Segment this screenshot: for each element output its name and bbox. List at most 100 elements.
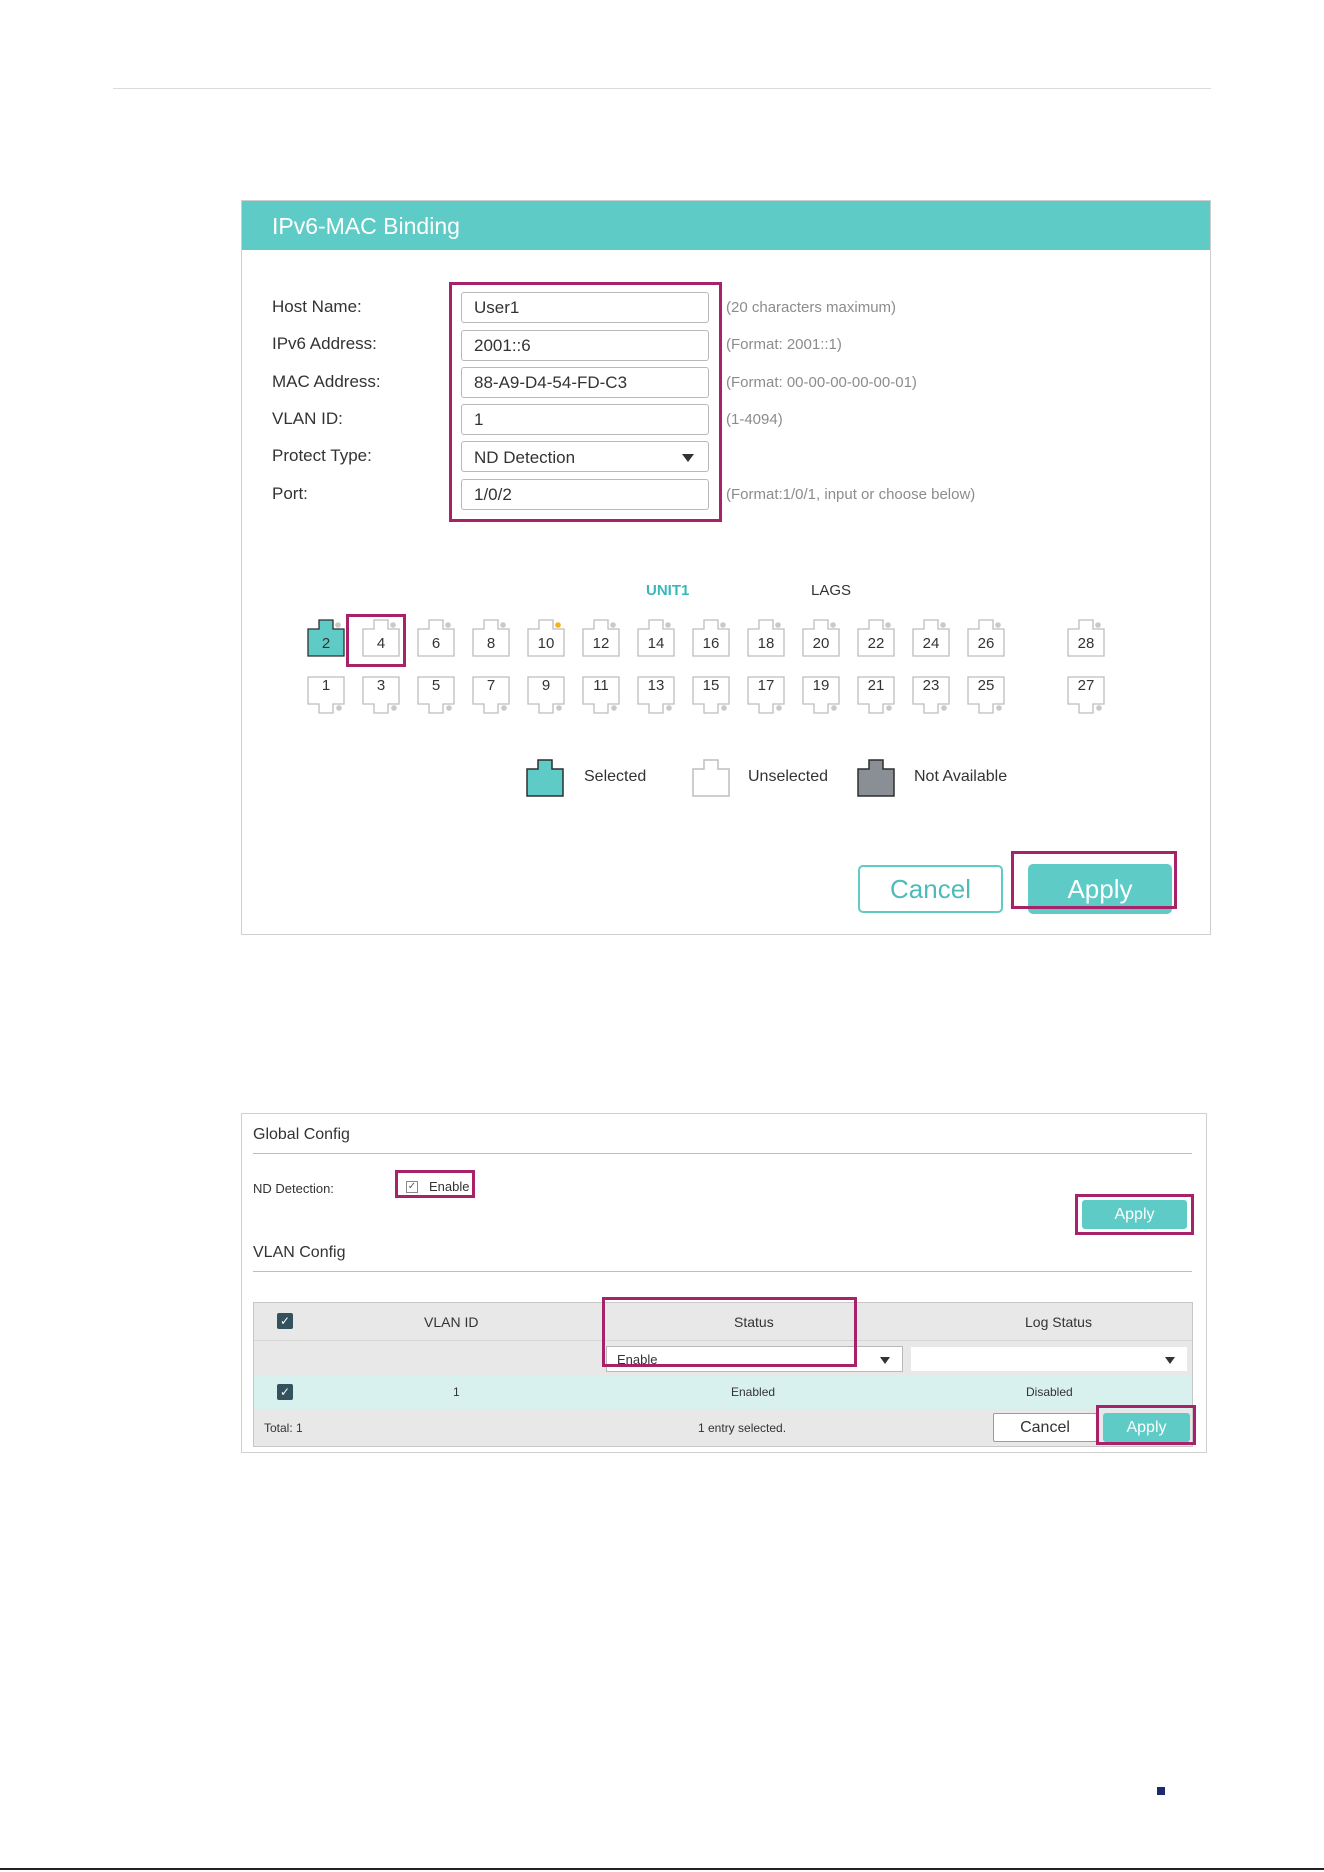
port-number: 25	[977, 677, 995, 694]
row-vlan-id: 1	[453, 1385, 460, 1399]
port-19[interactable]: 19	[802, 676, 840, 714]
port-number: 20	[812, 635, 830, 652]
lags-label: LAGS	[811, 582, 852, 599]
global-config-title: Global Config	[253, 1126, 350, 1143]
port-2[interactable]: 2	[307, 619, 345, 657]
unselected-port-icon	[692, 759, 730, 797]
selected-port-highlight-box	[346, 614, 406, 667]
fields-highlight-box	[449, 282, 722, 522]
total-count: Total: 1	[264, 1421, 303, 1435]
mac-address-label: MAC Address:	[272, 372, 381, 391]
port-number: 8	[486, 635, 496, 652]
row-checkbox[interactable]: ✓	[277, 1384, 293, 1400]
port-12[interactable]: 12	[582, 619, 620, 657]
port-16[interactable]: 16	[692, 619, 730, 657]
port-number: 15	[702, 677, 720, 694]
port-17[interactable]: 17	[747, 676, 785, 714]
port-23[interactable]: 23	[912, 676, 950, 714]
legend-selected-label: Selected	[584, 768, 647, 785]
row-log-status: Disabled	[1026, 1385, 1073, 1399]
panel-title: IPv6-MAC Binding	[272, 213, 460, 239]
selection-info: 1 entry selected.	[698, 1421, 787, 1435]
port-number: 19	[812, 677, 830, 694]
panel-header: IPv6-MAC Binding	[242, 201, 1210, 250]
port-5[interactable]: 5	[417, 676, 455, 714]
port-21[interactable]: 21	[857, 676, 895, 714]
port-number: 10	[537, 635, 555, 652]
port-number: 5	[431, 677, 441, 694]
unit1-label: UNIT1	[646, 582, 690, 599]
port-6[interactable]: 6	[417, 619, 455, 657]
port-11[interactable]: 11	[582, 676, 620, 714]
port-3[interactable]: 3	[362, 676, 400, 714]
port-number: 21	[867, 677, 885, 694]
port-number: 18	[757, 635, 775, 652]
enable-highlight-box	[395, 1170, 475, 1198]
column-header-log-status: Log Status	[1025, 1314, 1092, 1330]
port-15[interactable]: 15	[692, 676, 730, 714]
global-apply-highlight-box	[1075, 1194, 1194, 1235]
row-status: Enabled	[731, 1385, 776, 1399]
port-10[interactable]: 10	[527, 619, 565, 657]
port-26[interactable]: 26	[967, 619, 1005, 657]
port-number: 12	[592, 635, 610, 652]
log-status-filter-select[interactable]	[910, 1346, 1188, 1372]
port-8[interactable]: 8	[472, 619, 510, 657]
port-24[interactable]: 24	[912, 619, 950, 657]
port-14[interactable]: 14	[637, 619, 675, 657]
cancel-button[interactable]: Cancel	[858, 865, 1003, 913]
port-number: 28	[1077, 635, 1095, 652]
global-config-divider	[253, 1153, 1192, 1154]
port-number: 9	[541, 677, 551, 694]
table-apply-highlight-box	[1096, 1405, 1196, 1445]
top-rule	[113, 88, 1211, 89]
vlan-id-hint: (1-4094)	[726, 411, 783, 428]
port-number: 27	[1077, 677, 1095, 694]
apply-highlight-box	[1011, 851, 1177, 909]
port-28[interactable]: 28	[1067, 619, 1105, 657]
nd-detection-label: ND Detection:	[253, 1181, 334, 1196]
table-row[interactable]: ✓ 1 Enabled Disabled	[254, 1375, 1192, 1409]
port-27[interactable]: 27	[1067, 676, 1105, 714]
port-number: 24	[922, 635, 940, 652]
legend-not-available-label: Not Available	[914, 768, 1008, 785]
port-number: 16	[702, 635, 720, 652]
protect-type-label: Protect Type:	[272, 446, 372, 465]
legend-unselected-label: Unselected	[748, 768, 829, 785]
port-number: 26	[977, 635, 995, 652]
port-18[interactable]: 18	[747, 619, 785, 657]
port-hint: (Format:1/0/1, input or choose below)	[726, 486, 976, 503]
port-1[interactable]: 1	[307, 676, 345, 714]
status-highlight-box	[602, 1297, 857, 1367]
vlan-id-label: VLAN ID:	[272, 409, 343, 428]
nd-detection-config-panel: Global Config ND Detection: ✓ Enable App…	[241, 1113, 1207, 1453]
port-number: 13	[647, 677, 665, 694]
port-number: 11	[593, 677, 609, 694]
port-25[interactable]: 25	[967, 676, 1005, 714]
not-available-port-icon	[857, 759, 895, 797]
port-number: 1	[321, 677, 331, 694]
vlan-config-divider	[253, 1271, 1192, 1272]
ipv6-address-hint: (Format: 2001::1)	[726, 336, 842, 353]
table-footer: Total: 1 1 entry selected. Cancel Apply	[254, 1409, 1192, 1446]
port-number: 2	[321, 635, 331, 652]
mac-address-hint: (Format: 00-00-00-00-00-01)	[726, 374, 917, 391]
port-13[interactable]: 13	[637, 676, 675, 714]
port-number: 14	[647, 635, 665, 652]
host-name-label: Host Name:	[272, 297, 362, 316]
page-marker	[1157, 1787, 1165, 1795]
select-all-checkbox[interactable]: ✓	[277, 1313, 293, 1329]
ipv6-address-label: IPv6 Address:	[272, 334, 377, 353]
port-22[interactable]: 22	[857, 619, 895, 657]
port-number: 3	[376, 677, 386, 694]
port-7[interactable]: 7	[472, 676, 510, 714]
chevron-down-icon	[1165, 1357, 1175, 1364]
vlan-config-title: VLAN Config	[253, 1244, 346, 1261]
port-9[interactable]: 9	[527, 676, 565, 714]
host-name-hint: (20 characters maximum)	[726, 299, 897, 316]
port-number: 7	[486, 677, 496, 694]
port-number: 23	[922, 677, 940, 694]
ipv6-mac-binding-panel: IPv6-MAC Binding Host Name: (20 characte…	[241, 200, 1211, 935]
table-cancel-button[interactable]: Cancel	[993, 1413, 1097, 1442]
port-20[interactable]: 20	[802, 619, 840, 657]
